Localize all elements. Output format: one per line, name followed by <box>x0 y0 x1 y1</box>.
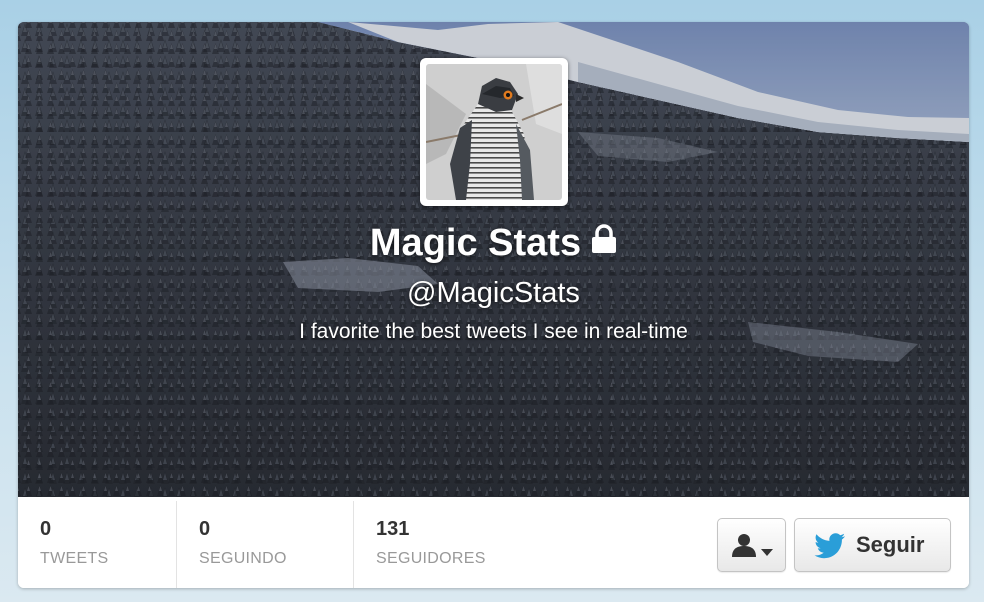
stat-tweets-count: 0 <box>40 518 52 540</box>
profile-handle: @MagicStats <box>407 277 580 309</box>
stat-following[interactable]: 0 SEGUINDO <box>177 497 353 588</box>
profile-bio: I favorite the best tweets I see in real… <box>299 320 688 343</box>
profile-stats-bar: 0 TWEETS 0 SEGUINDO 131 SEGUIDORES Segui… <box>18 497 969 588</box>
stat-followers-count: 131 <box>376 518 410 540</box>
follow-button[interactable]: Seguir <box>794 518 951 572</box>
stat-following-label: SEGUINDO <box>199 550 287 567</box>
profile-banner: Magic Stats @MagicStats I favorite the b… <box>18 22 969 497</box>
lock-icon <box>591 223 617 259</box>
profile-name-row: Magic Stats <box>18 220 969 266</box>
stat-followers-label: SEGUIDORES <box>376 550 486 567</box>
stat-tweets[interactable]: 0 TWEETS <box>18 497 176 588</box>
stat-following-count: 0 <box>199 518 211 540</box>
caret-down-icon <box>761 543 773 561</box>
twitter-bird-icon <box>814 533 846 564</box>
hawk-avatar <box>426 64 562 200</box>
stat-followers[interactable]: 131 SEGUIDORES <box>354 497 544 588</box>
profile-avatar[interactable] <box>420 58 568 206</box>
stat-tweets-label: TWEETS <box>40 550 109 567</box>
profile-card: Magic Stats @MagicStats I favorite the b… <box>18 22 969 588</box>
follow-button-label: Seguir <box>856 532 925 557</box>
user-actions-dropdown-button[interactable] <box>717 518 786 572</box>
user-icon <box>731 533 757 562</box>
profile-name[interactable]: Magic Stats <box>370 220 581 266</box>
